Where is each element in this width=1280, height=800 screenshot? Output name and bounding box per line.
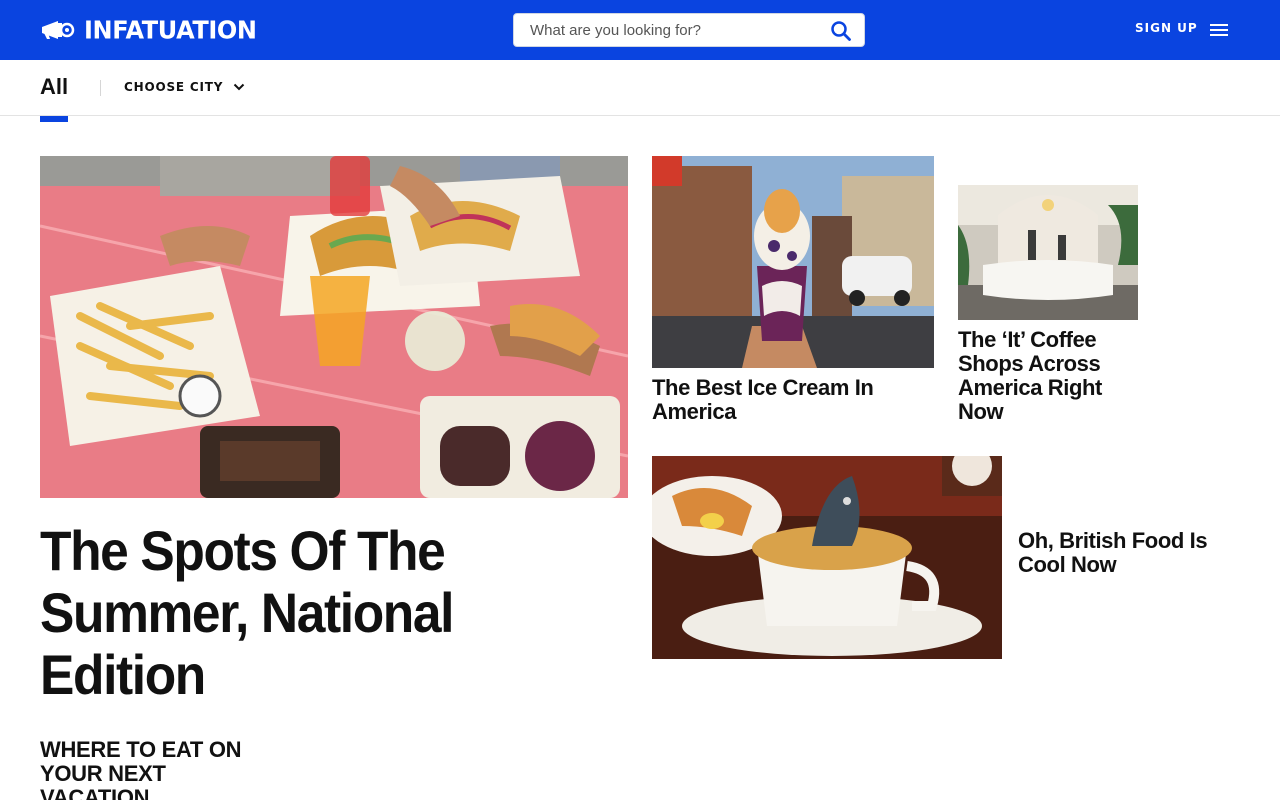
active-tab-indicator: [40, 116, 68, 122]
choose-city-dropdown[interactable]: CHOOSE CITY: [124, 80, 245, 94]
vacation-section-heading: WHERE TO EAT ON YOUR NEXT VACATION: [40, 737, 242, 800]
search-icon[interactable]: [830, 20, 852, 42]
hero-feature-title[interactable]: The Spots Of The Summer, National Editio…: [40, 520, 592, 706]
search-box: [513, 13, 865, 47]
subnav-divider: [100, 80, 101, 96]
ice-cream-feature-image[interactable]: [652, 156, 934, 368]
city-subnav: All CHOOSE CITY: [0, 60, 1280, 116]
chevron-down-icon: [234, 83, 245, 91]
search-input[interactable]: [514, 14, 814, 46]
coffee-feature-image[interactable]: [958, 185, 1138, 320]
hamburger-menu-icon[interactable]: [1210, 22, 1230, 38]
brand-wordmark: INFATUATION: [84, 15, 257, 45]
brand-logo[interactable]: INFATUATION: [40, 15, 257, 45]
sign-up-link[interactable]: SIGN UP: [1135, 21, 1198, 35]
british-food-feature-title[interactable]: Oh, British Food Is Cool Now: [1018, 529, 1238, 577]
ice-cream-feature-title[interactable]: The Best Ice Cream In America: [652, 376, 922, 424]
megaphone-icon: [40, 18, 76, 42]
choose-city-label: CHOOSE CITY: [124, 80, 224, 94]
coffee-feature-title[interactable]: The ‘It’ Coffee Shops Across America Rig…: [958, 328, 1138, 424]
top-header: INFATUATION SIGN UP: [0, 0, 1280, 60]
british-food-feature-image[interactable]: [652, 456, 1002, 659]
tab-all[interactable]: All: [40, 74, 68, 100]
hero-feature-image[interactable]: [40, 156, 628, 498]
